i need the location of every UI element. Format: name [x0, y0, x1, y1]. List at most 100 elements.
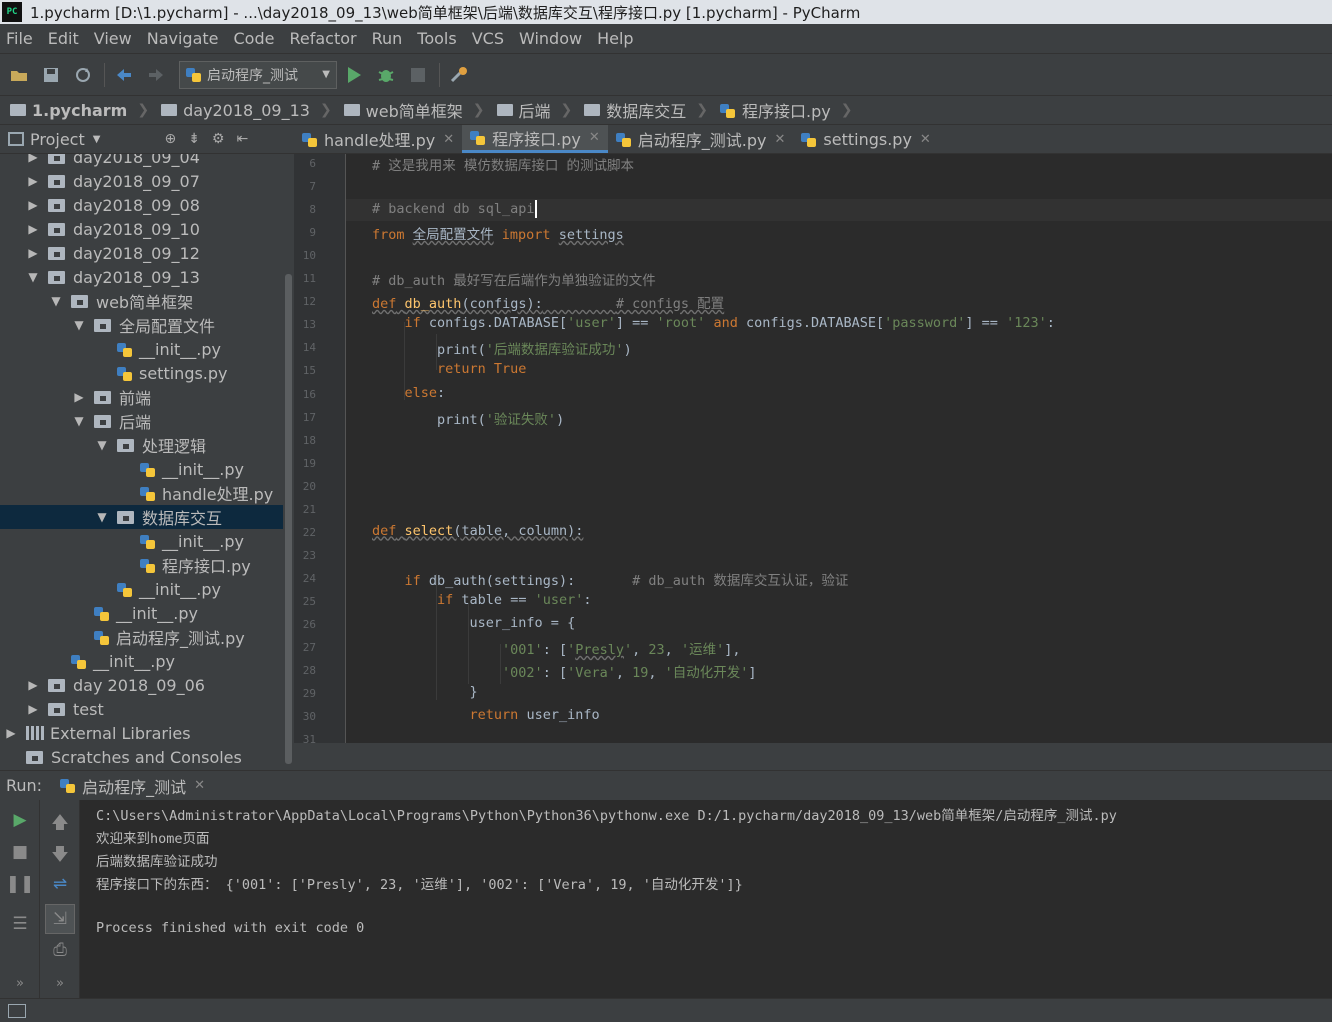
tree-item[interactable]: ▶ day2018_09_10: [0, 217, 283, 241]
menu-file[interactable]: File: [6, 29, 33, 48]
print-icon[interactable]: ⎙: [40, 940, 80, 960]
forward-icon[interactable]: [145, 64, 167, 86]
tree-item[interactable]: Scratches and Consoles: [0, 745, 283, 769]
menu-view[interactable]: View: [94, 29, 132, 48]
more-icon[interactable]: »: [40, 976, 80, 991]
tree-item[interactable]: __init__.py: [0, 457, 283, 481]
tree-item[interactable]: ▶ 前端: [0, 385, 283, 409]
tree-item[interactable]: 程序接口.py: [0, 553, 283, 577]
arrow-down-icon[interactable]: 🡇: [40, 842, 80, 871]
expand-arrow-right-icon[interactable]: ▶: [26, 154, 40, 164]
tree-item[interactable]: ▶ External Libraries: [0, 721, 283, 745]
expand-arrow-right-icon[interactable]: ▶: [26, 174, 40, 188]
expand-arrow-down-icon[interactable]: ▼: [95, 510, 109, 524]
menu-refactor[interactable]: Refactor: [289, 29, 356, 48]
menu-window[interactable]: Window: [519, 29, 582, 48]
editor-tab-active[interactable]: 程序接口.py ✕: [462, 125, 608, 153]
breadcrumb-item[interactable]: 数据库交互 ❯: [584, 98, 708, 122]
menu-help[interactable]: Help: [597, 29, 633, 48]
breadcrumb-item[interactable]: 后端 ❯: [496, 98, 572, 122]
tree-item[interactable]: ▶ day2018_09_08: [0, 193, 283, 217]
tree-item[interactable]: __init__.py: [0, 577, 283, 601]
tree-item[interactable]: ▶ day2018_09_04: [0, 154, 283, 169]
chevron-down-icon[interactable]: ▼: [93, 134, 101, 145]
breadcrumb-item[interactable]: 程序接口.py ❯: [720, 98, 852, 122]
collapse-all-icon[interactable]: ⇟: [188, 131, 200, 147]
close-icon[interactable]: ✕: [775, 132, 786, 147]
menu-code[interactable]: Code: [234, 29, 275, 48]
expand-arrow-down-icon[interactable]: ▼: [95, 438, 109, 452]
tree-item[interactable]: ▼ 后端: [0, 409, 283, 433]
stop-icon[interactable]: [407, 64, 429, 86]
expand-arrow-down-icon[interactable]: ▼: [72, 414, 86, 428]
breadcrumb-item[interactable]: day2018_09_13 ❯: [161, 101, 332, 120]
expand-arrow-right-icon[interactable]: ▶: [26, 678, 40, 692]
editor-tab[interactable]: handle处理.py ✕: [294, 125, 462, 153]
close-icon[interactable]: ✕: [443, 132, 454, 147]
stop-icon[interactable]: ■: [0, 842, 40, 862]
hide-panel-icon[interactable]: ⇤: [236, 131, 248, 147]
line-number-gutter[interactable]: 6 7 8 9 10 11 12 13 14 15 16 17 18 19 20 21 22 23 24 25 26 27…: [294, 154, 367, 746]
close-icon[interactable]: ✕: [194, 778, 205, 793]
menu-run[interactable]: Run: [372, 29, 403, 48]
close-icon[interactable]: ✕: [589, 130, 600, 145]
expand-arrow-right-icon[interactable]: ▶: [26, 246, 40, 260]
tree-item[interactable]: ▼ 处理逻辑: [0, 433, 283, 457]
expand-arrow-down-icon[interactable]: ▼: [72, 318, 86, 332]
tree-item[interactable]: ▼ 全局配置文件: [0, 313, 283, 337]
close-icon[interactable]: ✕: [920, 132, 931, 147]
tree-item[interactable]: 启动程序_测试.py: [0, 625, 283, 649]
expand-arrow-down-icon[interactable]: ▼: [26, 270, 40, 284]
run-tab[interactable]: 启动程序_测试 ✕: [60, 774, 205, 798]
tree-item[interactable]: __init__.py: [0, 529, 283, 553]
layout-icon[interactable]: ☰: [0, 914, 40, 934]
project-tree-scrollbar[interactable]: [283, 154, 294, 770]
tree-item[interactable]: ▶ day 2018_09_06: [0, 673, 283, 697]
open-folder-icon[interactable]: [8, 64, 30, 86]
tree-item[interactable]: ▶ test: [0, 697, 283, 721]
save-icon[interactable]: [40, 64, 62, 86]
sync-icon[interactable]: [72, 64, 94, 86]
arrow-up-icon[interactable]: 🡅: [40, 810, 80, 839]
menu-tools[interactable]: Tools: [417, 29, 456, 48]
tree-item[interactable]: __init__.py: [0, 337, 283, 361]
rerun-icon[interactable]: ▶: [0, 810, 40, 830]
project-panel-title[interactable]: Project: [30, 130, 85, 149]
menu-navigate[interactable]: Navigate: [147, 29, 219, 48]
menu-edit[interactable]: Edit: [48, 29, 79, 48]
expand-arrow-right-icon[interactable]: ▶: [26, 222, 40, 236]
scrollbar-thumb[interactable]: [285, 274, 292, 764]
run-configuration-select[interactable]: 启动程序_测试 ▼: [179, 60, 337, 89]
back-icon[interactable]: [113, 64, 135, 86]
tree-item[interactable]: settings.py: [0, 361, 283, 385]
tree-item[interactable]: ▶ day2018_09_12: [0, 241, 283, 265]
tree-item[interactable]: __init__.py: [0, 649, 283, 673]
expand-arrow-down-icon[interactable]: ▼: [49, 294, 63, 308]
soft-wrap-icon[interactable]: ⇌: [40, 874, 80, 894]
expand-arrow-right-icon[interactable]: ▶: [72, 390, 86, 404]
run-console-output[interactable]: C:\Users\Administrator\AppData\Local\Pro…: [80, 800, 1332, 998]
expand-arrow-right-icon[interactable]: ▶: [26, 702, 40, 716]
breadcrumb-item[interactable]: 1.pycharm ❯: [10, 101, 149, 120]
settings-icon[interactable]: [448, 64, 470, 86]
debug-icon[interactable]: [375, 64, 397, 86]
pause-icon[interactable]: ❚❚: [0, 874, 40, 894]
code-editor[interactable]: # 这是我用来 模仿数据库接口 的测试脚本 # backend db sql_ap…: [346, 154, 1332, 743]
tree-item[interactable]: handle处理.py: [0, 481, 283, 505]
tree-item[interactable]: __init__.py: [0, 601, 283, 625]
editor-tab[interactable]: settings.py ✕: [793, 125, 938, 153]
tree-item[interactable]: ▼ day2018_09_13: [0, 265, 283, 289]
tree-item[interactable]: ▶ day2018_09_07: [0, 169, 283, 193]
expand-arrow-right-icon[interactable]: ▶: [4, 726, 18, 740]
tree-item[interactable]: ▼ 数据库交互: [0, 505, 283, 529]
menu-vcs[interactable]: VCS: [472, 29, 504, 48]
scroll-to-end-icon[interactable]: ⇲: [45, 904, 75, 934]
gear-icon[interactable]: ⚙: [212, 131, 225, 147]
breadcrumb-item[interactable]: web简单框架 ❯: [343, 98, 485, 122]
tree-item[interactable]: ▼ web简单框架: [0, 289, 283, 313]
editor-tab[interactable]: 启动程序_测试.py ✕: [608, 125, 794, 153]
run-icon[interactable]: [343, 64, 365, 86]
toggle-tool-windows-icon[interactable]: [8, 1004, 26, 1018]
locate-icon[interactable]: ⊕: [164, 131, 176, 147]
more-icon[interactable]: »: [0, 976, 40, 991]
